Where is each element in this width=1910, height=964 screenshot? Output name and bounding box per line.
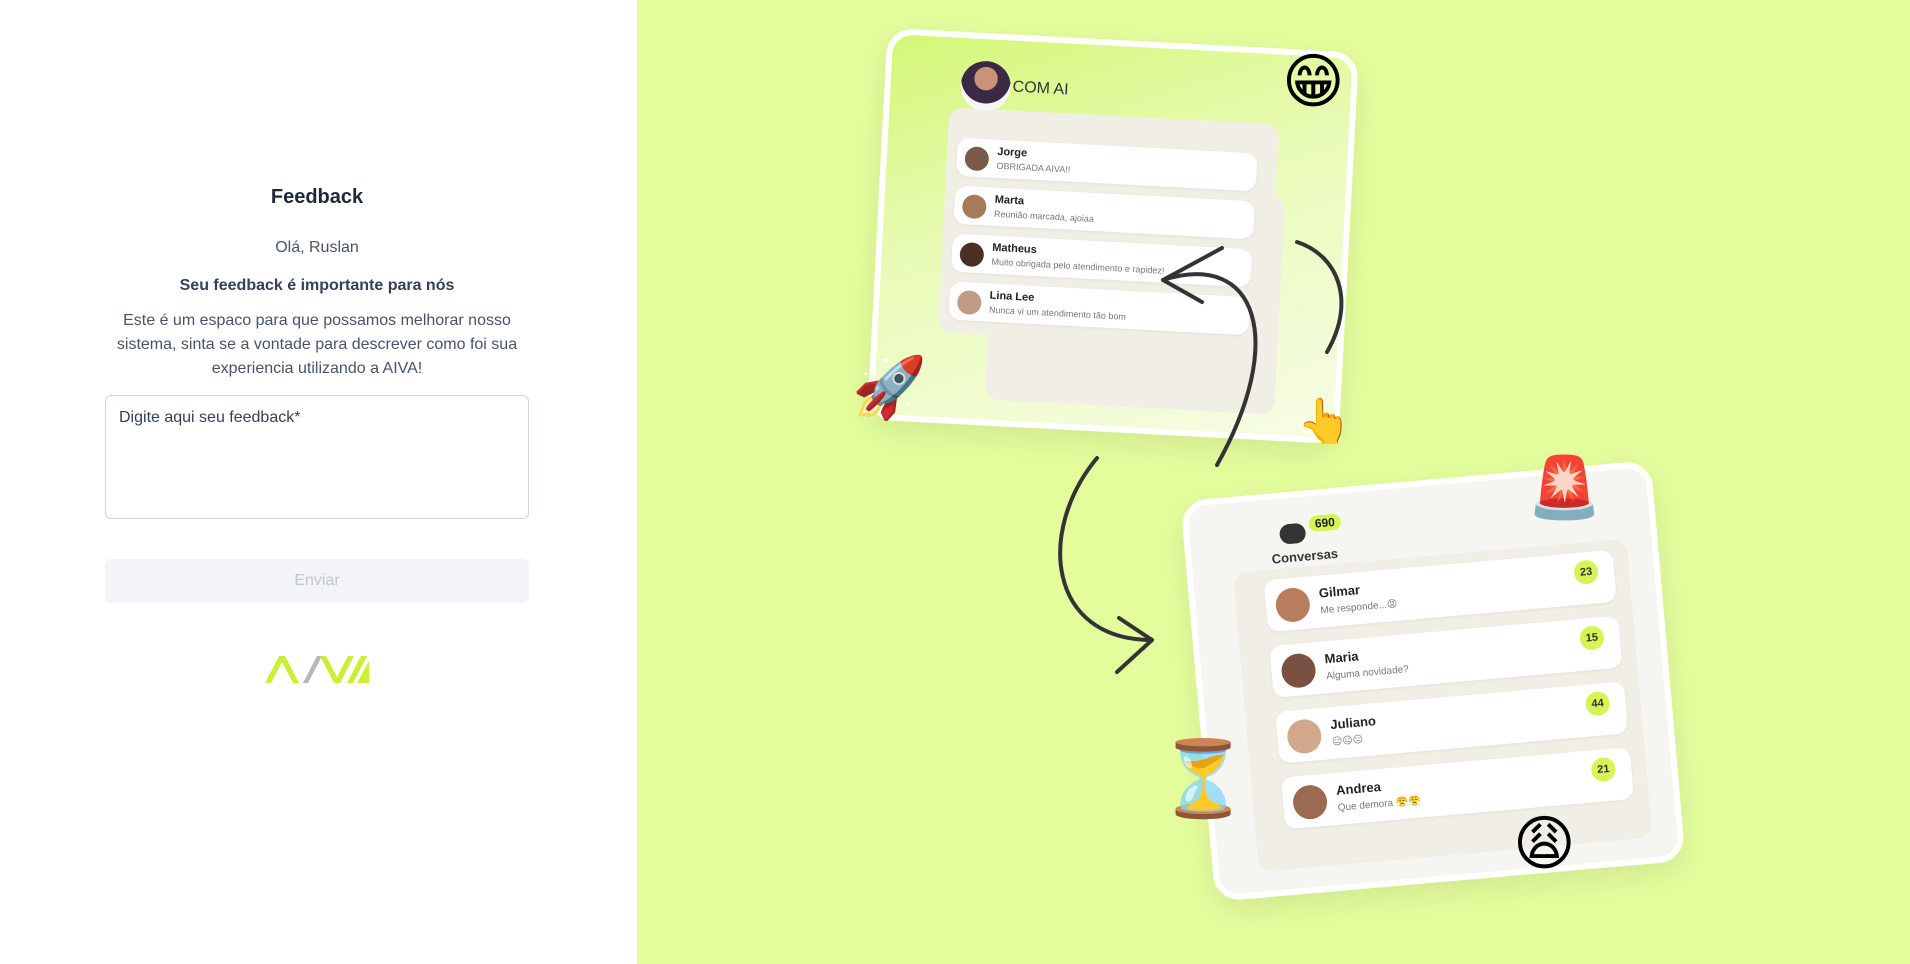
siren-icon: 🚨 bbox=[1527, 454, 1602, 521]
subtitle-text: Seu feedback é importante para nós bbox=[179, 277, 455, 294]
weary-face-icon: 😩 bbox=[1513, 810, 1576, 877]
aiva-logo bbox=[265, 656, 369, 683]
description-text: Este é um espaco para que possamos melho… bbox=[116, 312, 518, 377]
rocket-icon: 🚀 bbox=[852, 354, 927, 421]
arrow-down-icon bbox=[1058, 456, 1154, 642]
submit-button[interactable]: Enviar bbox=[105, 559, 529, 603]
feedback-panel: Feedback Olá, Ruslan Seu feedback é impo… bbox=[0, 0, 637, 964]
grinning-face-icon: 😁 bbox=[1282, 48, 1345, 115]
feedback-input[interactable] bbox=[105, 395, 529, 519]
arrow-up-icon bbox=[1295, 240, 1344, 354]
page-title: Feedback bbox=[270, 186, 364, 208]
arrow-up-curve-icon bbox=[1161, 272, 1258, 467]
arrow-down-head-icon bbox=[1115, 616, 1154, 674]
flow-arrows bbox=[1058, 240, 1344, 674]
feedback-form: Feedback Olá, Ruslan Seu feedback é impo… bbox=[105, 186, 529, 685]
greeting-text: Olá, Ruslan bbox=[275, 239, 359, 256]
hourglass-icon: ⏳ bbox=[1157, 737, 1250, 820]
illustration-panel: COM AI Jorge OBRIGADA AIVA!! Marta Reuni… bbox=[637, 0, 1910, 964]
hand-pointer-icon: 👆 bbox=[1297, 397, 1352, 446]
